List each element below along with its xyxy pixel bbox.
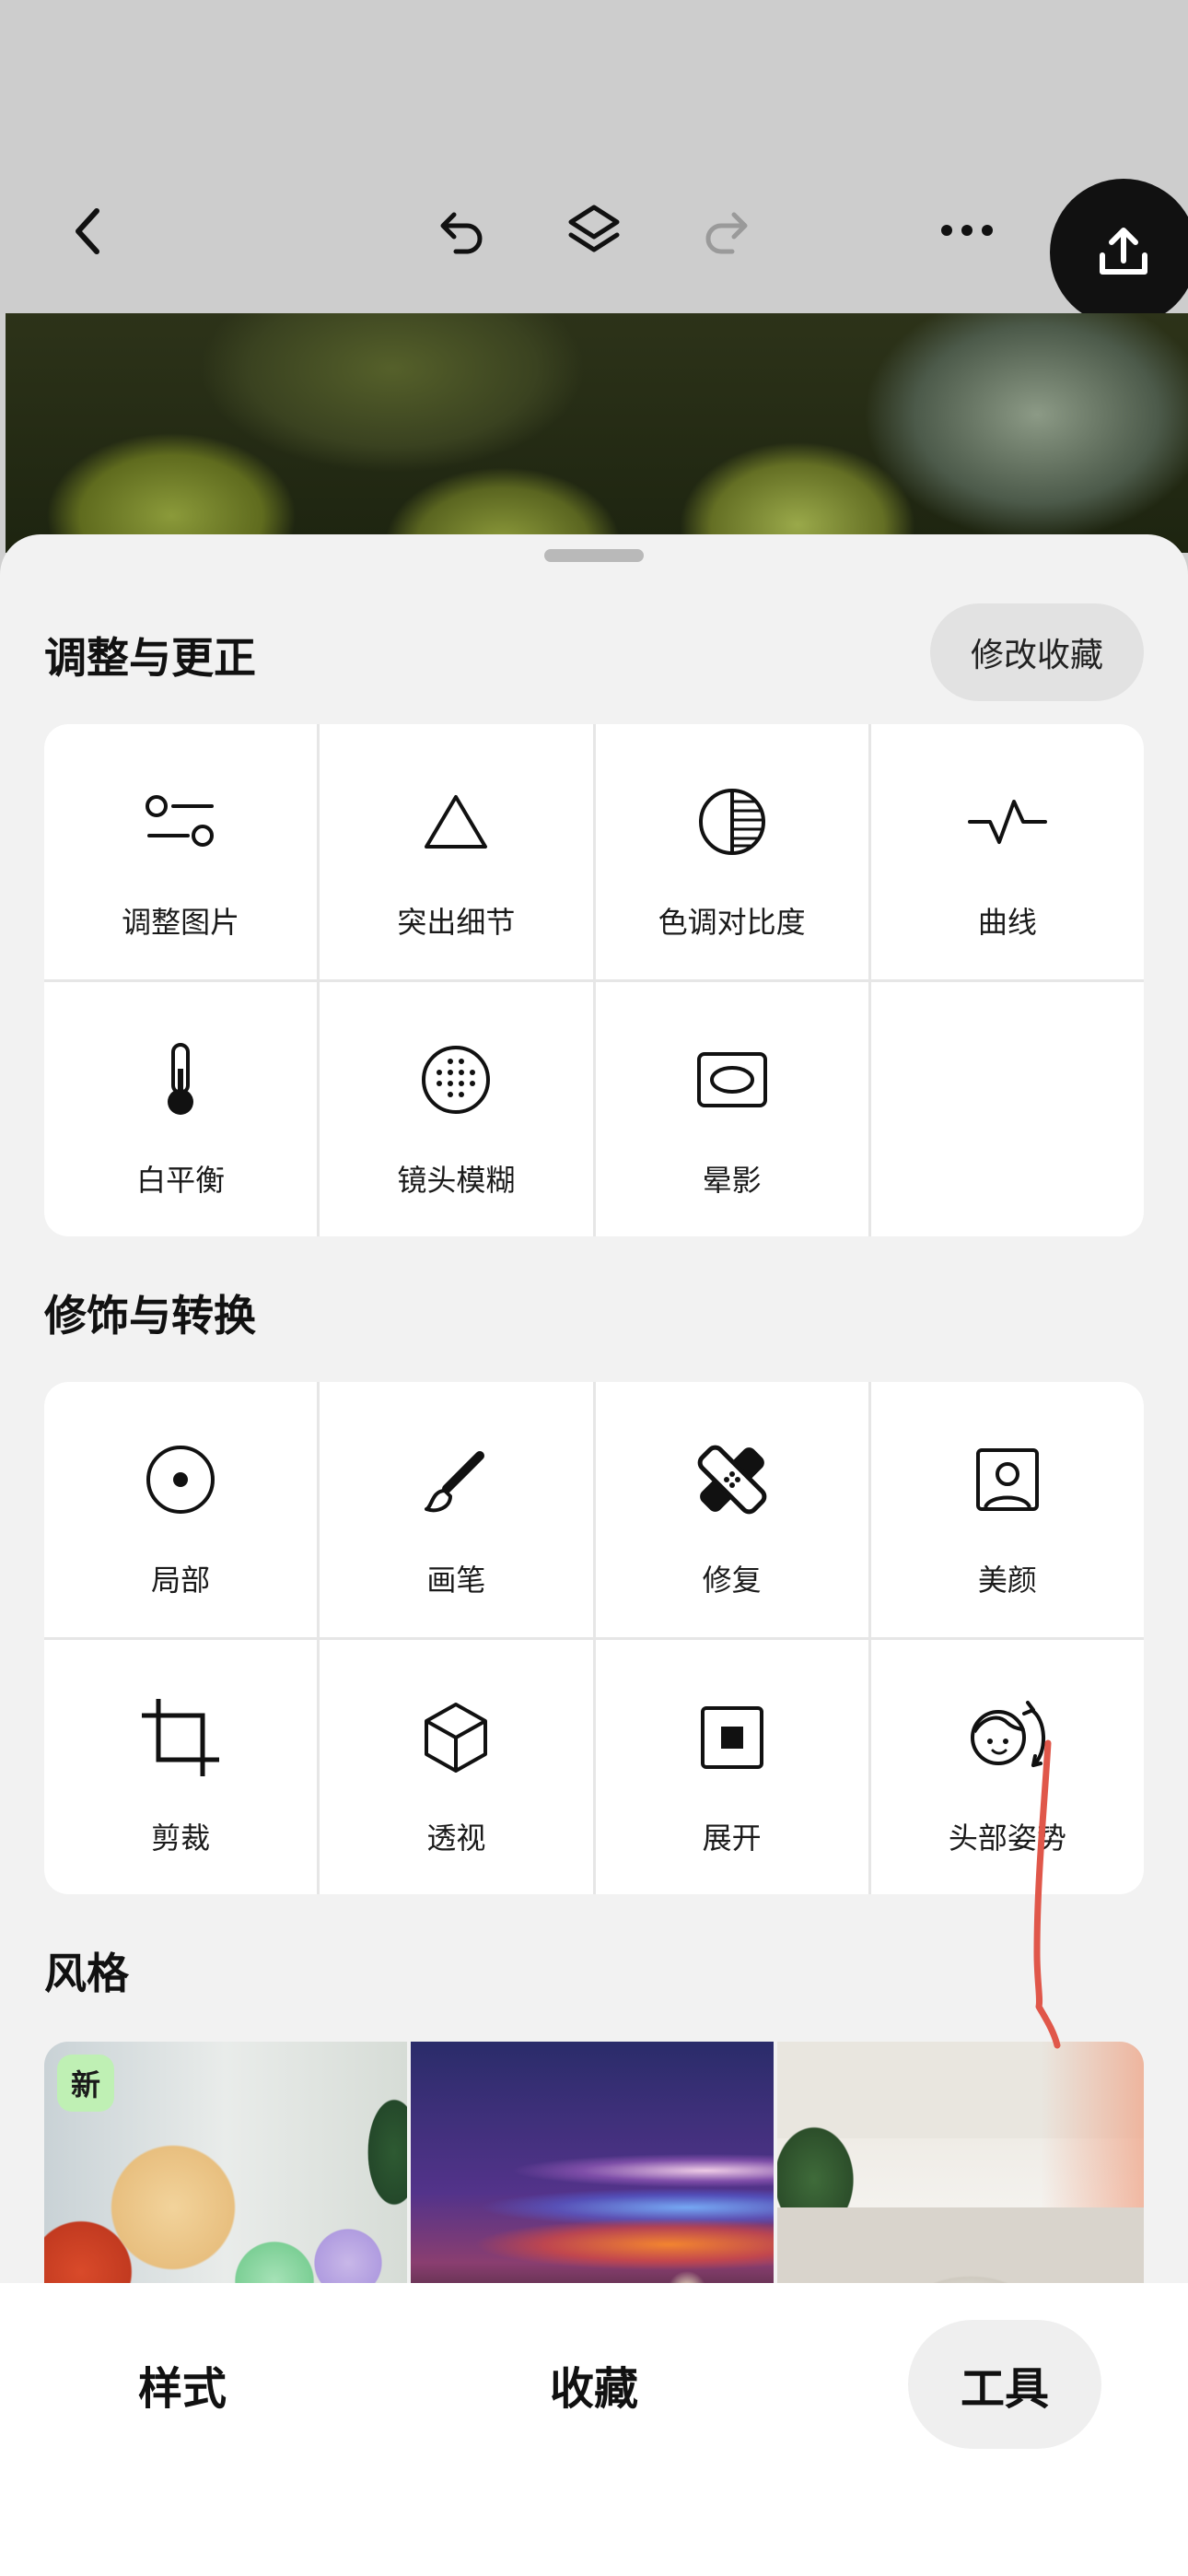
nav-tab-favorites[interactable]: 收藏	[483, 2320, 705, 2449]
nav-tab-tools[interactable]: 工具	[908, 2320, 1101, 2449]
bottom-nav: 样式 收藏 工具	[0, 2283, 1188, 2576]
annotation-stroke	[1033, 1739, 1061, 2049]
nav-tab-styles[interactable]: 样式	[72, 2320, 293, 2449]
